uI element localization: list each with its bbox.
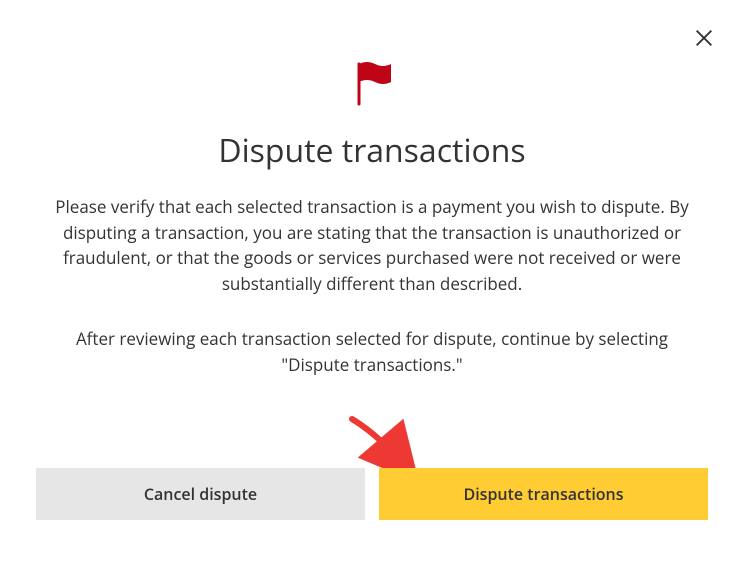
modal-description: Please verify that each selected transac… xyxy=(40,194,704,296)
modal-instruction: After reviewing each transaction selecte… xyxy=(47,326,697,377)
close-button[interactable] xyxy=(692,28,716,52)
close-icon xyxy=(693,27,715,54)
button-row: Cancel dispute Dispute transactions xyxy=(36,468,708,520)
flag-icon xyxy=(347,56,397,111)
modal-title: Dispute transactions xyxy=(218,129,525,172)
dispute-modal: Dispute transactions Please verify that … xyxy=(0,0,744,377)
dispute-transactions-button[interactable]: Dispute transactions xyxy=(379,468,708,520)
cancel-dispute-button[interactable]: Cancel dispute xyxy=(36,468,365,520)
